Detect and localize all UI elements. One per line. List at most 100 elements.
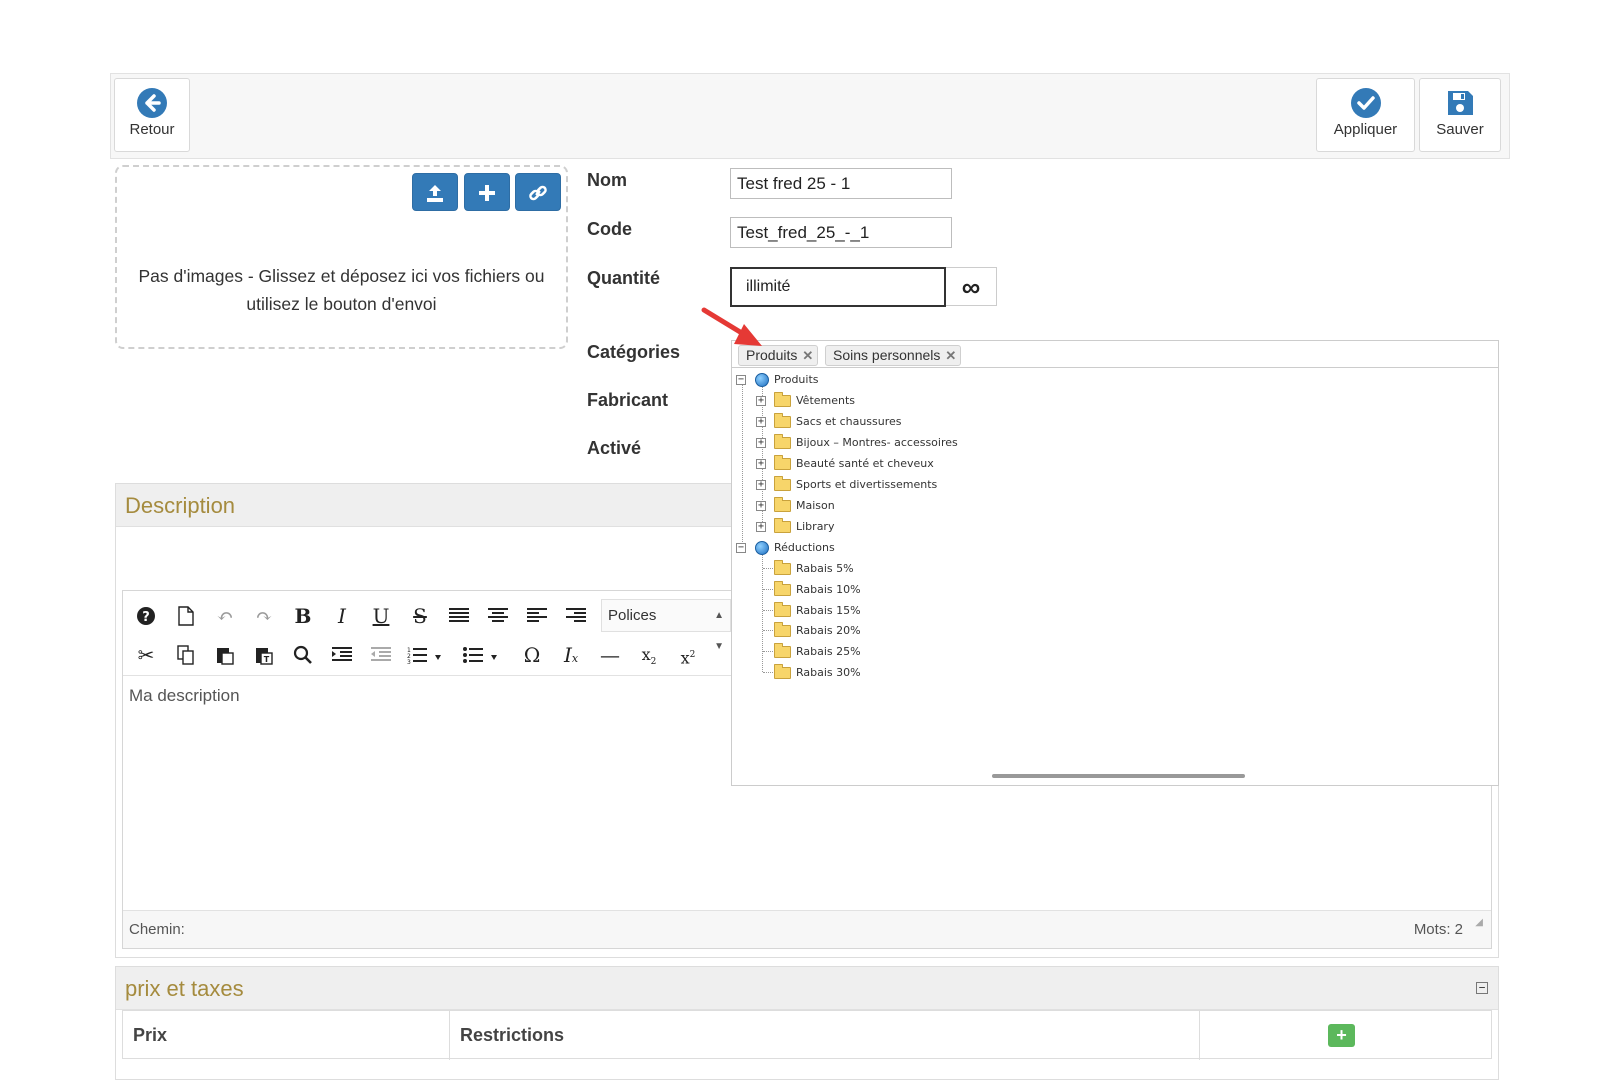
svg-text:3: 3 <box>407 659 411 664</box>
active-label: Activé <box>587 438 642 458</box>
remove-tag-icon[interactable]: ✕ <box>802 348 813 363</box>
tree-node-label: Rabais 30% <box>796 666 861 679</box>
select-arrows-icon: ▲ ▼ <box>714 610 724 652</box>
font-family-select[interactable]: Polices ▲ ▼ <box>601 599 731 652</box>
collapse-node-icon[interactable]: − <box>736 543 746 553</box>
back-button-label: Retour <box>129 121 175 138</box>
dropzone-message: Pas d'images - Glissez et déposez ici vo… <box>138 266 545 314</box>
font-family-select-value: Polices <box>608 607 657 624</box>
undo-icon[interactable]: ↶ <box>210 601 240 631</box>
categories-label: Catégories <box>587 342 681 362</box>
superscript-icon[interactable]: x2 <box>673 640 703 670</box>
subscript-icon[interactable]: x2 <box>634 640 664 670</box>
redo-icon[interactable]: ↷ <box>249 601 279 631</box>
categories-input[interactable]: Produits ✕ Soins personnels ✕ <box>731 340 1499 368</box>
tree-node-label: Library <box>796 520 835 533</box>
paste-text-icon[interactable]: T <box>249 640 279 670</box>
tree-node-label: Maison <box>796 499 835 512</box>
tree-node-label: Sacs et chaussures <box>796 415 902 428</box>
annotation-arrow-icon <box>701 307 762 346</box>
expand-node-icon[interactable]: + <box>756 480 766 490</box>
tree-node-label: Rabais 10% <box>796 583 861 596</box>
tree-horizontal-scrollbar[interactable] <box>992 774 1245 778</box>
category-tag: Soins personnels ✕ <box>825 345 962 366</box>
copy-icon[interactable] <box>171 640 201 670</box>
svg-text:?: ? <box>142 610 150 625</box>
plus-icon <box>479 185 495 201</box>
tree-node-label: Bijoux – Montres- accessoires <box>796 436 958 449</box>
tree-node-label: Produits <box>774 373 819 386</box>
collapse-panel-icon[interactable]: − <box>1476 982 1488 994</box>
editor-statusbar: Chemin: Mots: 2 ◢ <box>123 910 1491 948</box>
apply-button[interactable]: Appliquer <box>1316 78 1415 152</box>
new-document-icon[interactable] <box>171 601 201 631</box>
folder-icon <box>774 392 791 407</box>
nom-input[interactable] <box>730 168 952 199</box>
italic-icon[interactable]: I <box>327 601 357 631</box>
expand-node-icon[interactable]: + <box>756 522 766 532</box>
expand-node-icon[interactable]: + <box>756 396 766 406</box>
align-justify-icon[interactable] <box>444 601 474 631</box>
editor-toolbar: ? ↶ ↷ B I U S Polices ▲ ▼ ✂ T 1 2 3 Ω Ix… <box>123 591 733 675</box>
underline-icon[interactable]: U <box>366 601 396 631</box>
code-input[interactable] <box>730 217 952 248</box>
help-icon[interactable]: ? <box>131 601 161 631</box>
search-icon[interactable] <box>288 640 318 670</box>
add-price-button[interactable]: + <box>1328 1024 1355 1047</box>
align-left-icon[interactable] <box>522 601 552 631</box>
horizontal-rule-icon[interactable]: — <box>595 640 625 670</box>
upload-button[interactable] <box>412 173 458 211</box>
expand-node-icon[interactable]: + <box>756 501 766 511</box>
bullet-list-icon[interactable] <box>461 640 505 670</box>
unlimited-toggle-button[interactable]: ∞ <box>946 267 997 306</box>
folder-icon <box>774 602 791 617</box>
save-button-label: Sauver <box>1436 121 1484 138</box>
apply-button-label: Appliquer <box>1333 121 1398 138</box>
collapse-node-icon[interactable]: − <box>736 375 746 385</box>
numbered-list-icon[interactable]: 123 <box>405 640 449 670</box>
clear-formatting-icon[interactable]: Ix <box>556 640 586 670</box>
quantite-input[interactable] <box>730 267 946 307</box>
outdent-icon[interactable] <box>366 640 396 670</box>
align-right-icon[interactable] <box>561 601 591 631</box>
image-dropzone[interactable]: Pas d'images - Glissez et déposez ici vo… <box>115 165 568 349</box>
expand-node-icon[interactable]: + <box>756 459 766 469</box>
back-button[interactable]: Retour <box>114 78 190 152</box>
bold-icon[interactable]: B <box>288 601 318 631</box>
paste-icon[interactable] <box>210 640 240 670</box>
plus-icon: + <box>1336 1025 1347 1045</box>
resize-grip-icon[interactable]: ◢ <box>1475 904 1483 942</box>
editor-path: Chemin: <box>129 921 185 938</box>
save-button[interactable]: Sauver <box>1419 78 1501 152</box>
indent-icon[interactable] <box>327 640 357 670</box>
prix-panel-header: prix et taxes − <box>116 967 1498 1010</box>
link-image-button[interactable] <box>515 173 561 211</box>
folder-icon <box>774 622 791 637</box>
tree-node-label: Rabais 20% <box>796 624 861 637</box>
tree-node-label: Vêtements <box>796 394 856 407</box>
column-header-prix: Prix <box>123 1011 450 1060</box>
remove-tag-icon[interactable]: ✕ <box>945 348 956 363</box>
folder-icon <box>774 413 791 428</box>
globe-icon <box>755 541 769 555</box>
tree-node-label: Rabais 15% <box>796 604 861 617</box>
strikethrough-icon[interactable]: S <box>405 601 435 631</box>
folder-icon <box>774 497 791 512</box>
add-image-button[interactable] <box>464 173 510 211</box>
category-tag-label: Soins personnels <box>833 347 941 363</box>
cut-icon[interactable]: ✂ <box>131 640 161 670</box>
expand-node-icon[interactable]: + <box>756 417 766 427</box>
folder-icon <box>774 434 791 449</box>
align-center-icon[interactable] <box>483 601 513 631</box>
folder-icon <box>774 560 791 575</box>
folder-icon <box>774 664 791 679</box>
folder-icon <box>774 581 791 596</box>
folder-icon <box>774 643 791 658</box>
special-character-icon[interactable]: Ω <box>517 640 547 670</box>
globe-icon <box>755 373 769 387</box>
tree-node-label: Beauté santé et cheveux <box>796 457 934 470</box>
expand-node-icon[interactable]: + <box>756 438 766 448</box>
tree-node-label: Rabais 5% <box>796 562 854 575</box>
tree-node-label: Sports et divertissements <box>796 478 938 491</box>
quantite-label: Quantité <box>587 268 661 288</box>
